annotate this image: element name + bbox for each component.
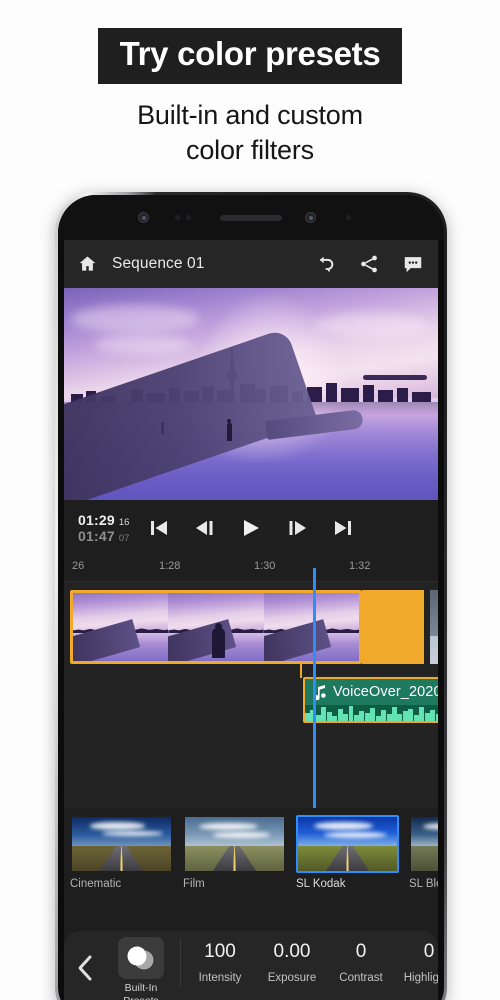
- phone-mockup: Sequence 01 01:29 16 01:47 07 26 1:28 1:…: [55, 192, 447, 1000]
- preset-label: SL Bleac: [409, 878, 438, 890]
- timeline-ruler[interactable]: 26 1:28 1:30 1:32: [64, 556, 438, 582]
- audio-clip-name: VoiceOver_2020-Ma: [333, 684, 438, 701]
- video-thumbnail: [168, 593, 264, 661]
- preset-label: Film: [183, 878, 205, 890]
- promo-page: Try color presets Built-in and custom co…: [0, 0, 500, 1000]
- light-sensor-icon: [186, 215, 191, 220]
- preset-thumbnail: [70, 815, 173, 873]
- ruler-tick: 1:28: [159, 560, 181, 572]
- built-in-presets-icon: [118, 937, 164, 979]
- param-value: 100: [204, 941, 236, 962]
- promo-header: Try color presets Built-in and custom co…: [0, 0, 500, 169]
- phone-body: Sequence 01 01:29 16 01:47 07 26 1:28 1:…: [58, 195, 444, 1000]
- secondary-camera-icon: [305, 212, 316, 223]
- back-button[interactable]: [64, 937, 108, 999]
- audio-clip-header: VoiceOver_2020-Ma: [305, 679, 438, 706]
- current-frames: 16: [118, 517, 130, 528]
- ruler-tick: 26: [72, 560, 85, 572]
- skip-to-end-button[interactable]: [331, 517, 355, 539]
- total-frames: 07: [118, 533, 130, 544]
- app-top-bar: Sequence 01: [64, 240, 438, 288]
- video-clip-selected[interactable]: [70, 590, 362, 664]
- ruler-tick: 1:32: [349, 560, 371, 572]
- preset-item-film[interactable]: Film: [183, 815, 286, 890]
- param-value: 0: [423, 941, 435, 962]
- preview-person: [226, 419, 232, 442]
- audio-clip[interactable]: VoiceOver_2020-Ma: [303, 677, 438, 723]
- preset-item-cinematic[interactable]: Cinematic: [70, 815, 173, 890]
- video-clip-trim-handle[interactable]: [362, 590, 424, 664]
- video-thumbnail: [73, 593, 169, 661]
- earpiece-speaker: [220, 215, 282, 221]
- presets-strip[interactable]: Cinematic Film SL Kodak SL Bl: [64, 808, 438, 900]
- playhead-line[interactable]: [313, 582, 316, 808]
- param-label: Contrast: [339, 972, 383, 984]
- preview-post: [161, 421, 165, 434]
- param-value: 0.00: [273, 941, 311, 962]
- preset-item-sl-bleach[interactable]: SL Bleac: [409, 815, 438, 890]
- total-time: 01:47: [78, 528, 115, 544]
- preview-cloud: [71, 304, 199, 333]
- phone-top-bezel: [58, 195, 444, 240]
- preview-cloud: [314, 313, 427, 337]
- preview-cloud: [93, 334, 192, 354]
- step-forward-button[interactable]: [285, 517, 309, 539]
- current-time: 01:29: [78, 512, 115, 528]
- video-clip-next[interactable]: [430, 590, 438, 664]
- playhead-handle[interactable]: [313, 568, 316, 582]
- param-contrast[interactable]: 0 Contrast: [329, 937, 393, 984]
- preset-thumbnail: [296, 815, 399, 873]
- front-camera-icon: [138, 212, 149, 223]
- phone-screen: Sequence 01 01:29 16 01:47 07 26 1:28 1:…: [64, 240, 438, 1000]
- comment-icon[interactable]: [401, 253, 425, 275]
- iris-sensor-icon: [346, 215, 351, 220]
- tool-label-line-2: Presets: [108, 995, 174, 1000]
- video-preview[interactable]: [64, 288, 438, 500]
- promo-subtitle-line-2: color filters: [186, 135, 314, 166]
- home-icon[interactable]: [77, 254, 98, 274]
- bottom-toolbar: Built-In Presets 100 Intensity 0.00 Expo…: [64, 931, 438, 1000]
- param-label: Intensity: [198, 972, 242, 984]
- proximity-sensor-icon: [175, 215, 180, 220]
- ruler-tick: 1:30: [254, 560, 276, 572]
- skip-to-start-button[interactable]: [147, 517, 171, 539]
- timeline-tracks[interactable]: VoiceOver_2020-Ma: [64, 582, 438, 808]
- preset-label: Cinematic: [70, 878, 122, 890]
- step-back-button[interactable]: [193, 517, 217, 539]
- preset-thumbnail: [409, 815, 438, 873]
- param-value: 0: [355, 941, 367, 962]
- preset-label: SL Kodak: [296, 878, 346, 890]
- param-highlights[interactable]: 0 Highlights: [393, 937, 438, 984]
- param-label: Exposure: [267, 972, 317, 984]
- undo-icon[interactable]: [313, 253, 337, 275]
- share-icon[interactable]: [357, 253, 381, 275]
- toolbar-divider: [180, 939, 181, 987]
- sequence-title: Sequence 01: [112, 255, 205, 272]
- preview-far-shore: [363, 374, 427, 380]
- tool-label-line-1: Built-In: [124, 982, 158, 994]
- clip-boundary-marker: [300, 664, 302, 678]
- video-thumbnail: [263, 593, 359, 661]
- param-label: Highlights: [403, 972, 438, 984]
- param-exposure[interactable]: 0.00 Exposure: [255, 937, 329, 984]
- transport-controls: 01:29 16 01:47 07: [64, 500, 438, 556]
- param-intensity[interactable]: 100 Intensity: [185, 937, 255, 984]
- preset-thumbnail: [183, 815, 286, 873]
- promo-subtitle-line-1: Built-in and custom: [137, 99, 363, 130]
- preset-item-sl-kodak[interactable]: SL Kodak: [296, 815, 399, 890]
- audio-waveform: [305, 705, 438, 721]
- tool-built-in-presets[interactable]: Built-In Presets: [108, 937, 174, 1000]
- promo-badge: Try color presets: [97, 28, 403, 84]
- play-button[interactable]: [239, 517, 263, 539]
- promo-subtitle: Built-in and custom color filters: [0, 98, 500, 169]
